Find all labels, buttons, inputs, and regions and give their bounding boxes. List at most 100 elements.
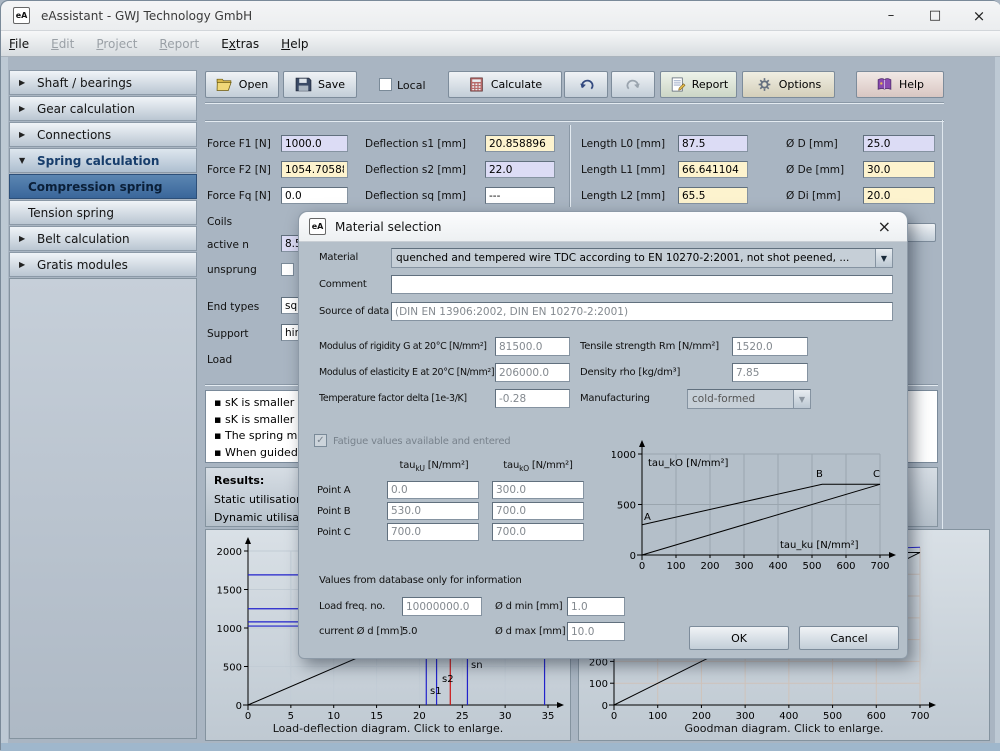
sidebar-item-belt-calculation[interactable]: ▶ Belt calculation — [9, 226, 197, 251]
menu-extras[interactable]: Extras — [221, 37, 259, 51]
end-types-label: End types — [207, 301, 260, 313]
tau-ko-column-header: taukO [N/mm²] — [503, 460, 573, 473]
sidebar-item-label: Gratis modules — [37, 257, 128, 272]
calculator-icon — [470, 77, 483, 92]
svg-text:30: 30 — [499, 711, 512, 722]
length-l2-label: Length L2 [mm] — [581, 190, 666, 202]
open-button[interactable]: Open — [205, 71, 279, 98]
length-l2-field[interactable] — [678, 187, 748, 204]
svg-text:700: 700 — [870, 561, 889, 572]
svg-text:700: 700 — [910, 711, 929, 722]
options-button[interactable]: Options — [742, 71, 835, 98]
point-c-tau-ko-field[interactable] — [492, 523, 584, 541]
menu-help[interactable]: Help — [281, 37, 308, 51]
menu-file[interactable]: File — [9, 37, 29, 51]
svg-text:0: 0 — [611, 711, 617, 722]
dialog-title-bar: eA Material selection × — [299, 212, 907, 242]
calculate-button[interactable]: Calculate — [448, 71, 562, 98]
manufacturing-dropdown[interactable]: cold-formed ▼ — [687, 389, 811, 409]
options-gear-icon — [758, 78, 771, 91]
report-button[interactable]: Report — [660, 71, 737, 98]
material-label: Material — [319, 252, 359, 263]
sidebar-item-shaft-bearings[interactable]: ▶ Shaft / bearings — [9, 70, 197, 95]
svg-text:0: 0 — [639, 561, 645, 572]
unsprung-checkbox[interactable] — [281, 263, 294, 276]
sidebar-item-connections[interactable]: ▶ Connections — [9, 122, 197, 147]
undo-button[interactable] — [564, 71, 608, 98]
point-c-tau-ku-field[interactable] — [387, 523, 479, 541]
deflection-sq-field[interactable] — [485, 187, 555, 204]
redo-icon — [625, 79, 640, 90]
load-freq-field[interactable] — [402, 597, 482, 616]
force-f2-field[interactable] — [281, 161, 348, 178]
material-selection-dialog: eA Material selection × Material quenche… — [298, 211, 908, 659]
cancel-button[interactable]: Cancel — [799, 626, 899, 650]
svg-text:35: 35 — [542, 711, 555, 722]
form-column-divider — [569, 125, 570, 207]
svg-text:200: 200 — [692, 711, 711, 722]
modulus-elasticity-field[interactable] — [495, 363, 570, 382]
menu-report: Report — [159, 36, 200, 51]
help-button[interactable]: Help — [856, 71, 944, 98]
tensile-strength-field[interactable] — [732, 337, 808, 356]
deflection-s2-label: Deflection s2 [mm] — [365, 164, 466, 176]
undo-icon — [579, 79, 594, 90]
length-l0-field[interactable] — [678, 135, 748, 152]
sidebar-item-compression-spring[interactable]: Compression spring — [9, 174, 197, 199]
maximize-button[interactable]: □ — [913, 1, 957, 30]
diameter-de-label: Ø De [mm] — [786, 164, 845, 176]
menu-bar: File Edit Project Report Extras Help — [1, 31, 1000, 57]
modulus-rigidity-label: Modulus of rigidity G at 20°C [N/mm²] — [319, 341, 487, 352]
d-max-field[interactable] — [567, 622, 625, 641]
ok-button[interactable]: OK — [689, 626, 789, 650]
sidebar-item-tension-spring[interactable]: Tension spring — [9, 200, 197, 225]
dialog-title: Material selection — [335, 219, 442, 234]
point-a-tau-ko-field[interactable] — [492, 481, 584, 499]
sidebar-item-gear-calculation[interactable]: ▶ Gear calculation — [9, 96, 197, 121]
svg-text:0: 0 — [602, 701, 608, 712]
minimize-button[interactable]: – — [869, 1, 913, 30]
density-field[interactable] — [732, 363, 808, 382]
dropdown-arrow-icon[interactable]: ▼ — [875, 249, 892, 267]
deflection-s1-field[interactable] — [485, 135, 555, 152]
svg-text:0: 0 — [630, 551, 636, 562]
fatigue-values-checkbox[interactable]: ✓ — [314, 434, 327, 447]
sidebar-item-label: Tension spring — [28, 205, 114, 220]
source-of-data-field[interactable] — [391, 302, 893, 321]
diameter-di-field[interactable] — [863, 187, 935, 204]
coils-label: Coils — [207, 216, 233, 228]
current-d-value: 5.0 — [402, 626, 418, 637]
modulus-rigidity-field[interactable] — [495, 337, 570, 356]
length-l1-field[interactable] — [678, 161, 748, 178]
diameter-d-field[interactable] — [863, 135, 935, 152]
save-button[interactable]: Save — [283, 71, 357, 98]
report-document-icon — [671, 77, 686, 92]
local-checkbox[interactable] — [379, 78, 392, 91]
point-b-tau-ku-field[interactable] — [387, 502, 479, 520]
point-b-tau-ko-field[interactable] — [492, 502, 584, 520]
comment-field[interactable] — [391, 275, 893, 294]
chevron-down-icon: ▼ — [19, 156, 26, 165]
d-min-field[interactable] — [567, 597, 625, 616]
dialog-close-icon[interactable]: × — [872, 217, 897, 236]
force-f1-field[interactable] — [281, 135, 348, 152]
sidebar-item-gratis-modules[interactable]: ▶ Gratis modules — [9, 252, 197, 277]
point-a-tau-ku-field[interactable] — [387, 481, 479, 499]
sidebar-item-spring-calculation[interactable]: ▼ Spring calculation — [9, 148, 197, 173]
diameter-de-field[interactable] — [863, 161, 935, 178]
modulus-elasticity-label: Modulus of elasticity E at 20°C [N/mm²] — [319, 367, 495, 378]
svg-text:500: 500 — [802, 561, 821, 572]
svg-text:s2: s2 — [442, 674, 454, 685]
material-dropdown[interactable]: quenched and tempered wire TDC according… — [391, 248, 893, 268]
deflection-s2-field[interactable] — [485, 161, 555, 178]
length-l0-label: Length L0 [mm] — [581, 138, 666, 150]
temperature-factor-field[interactable] — [495, 389, 570, 408]
active-n-label: active n — [207, 239, 249, 251]
svg-text:0: 0 — [245, 711, 251, 722]
svg-text:1500: 1500 — [217, 586, 242, 597]
svg-text:600: 600 — [836, 561, 855, 572]
close-button[interactable]: × — [957, 1, 1000, 30]
force-fq-field[interactable] — [281, 187, 348, 204]
svg-text:tau_kO [N/mm²]: tau_kO [N/mm²] — [648, 458, 728, 469]
load-deflection-caption: Load-deflection diagram. Click to enlarg… — [272, 722, 504, 735]
